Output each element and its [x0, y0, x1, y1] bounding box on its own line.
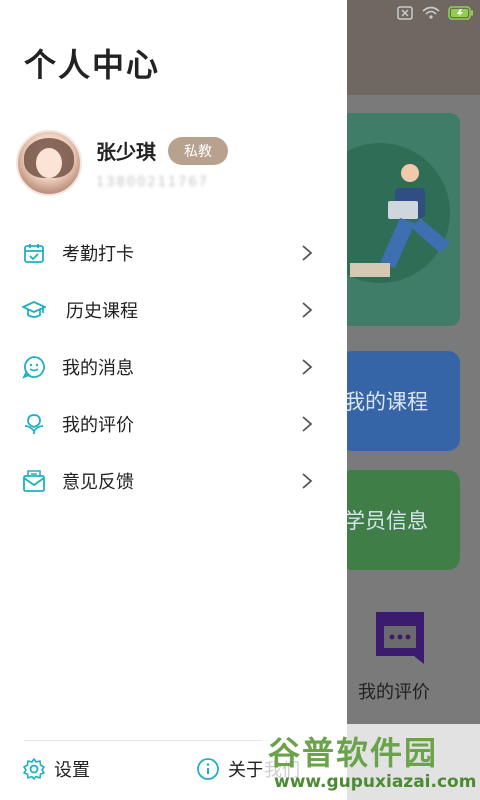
navigation-drawer: 个人中心 张少琪 私教 13800211767 考勤打卡 历史课程 我的消息 我… — [0, 0, 347, 800]
menu-item-messages[interactable]: 我的消息 — [0, 338, 347, 395]
watermark: 谷普软件园 www.gupuxiazai.com — [262, 724, 480, 800]
background-card-courses-label: 我的课程 — [344, 390, 428, 414]
gear-icon — [23, 758, 45, 780]
menu-item-label: 我的消息 — [62, 357, 134, 379]
calendar-check-icon — [24, 243, 44, 263]
user-profile[interactable]: 张少琪 私教 13800211767 — [16, 130, 228, 196]
menu-item-label: 我的评价 — [62, 414, 134, 436]
chevron-right-icon — [302, 358, 313, 375]
drawer-title: 个人中心 — [24, 46, 161, 84]
battery-charging-icon — [448, 6, 473, 20]
user-name: 张少琪 — [96, 140, 156, 164]
settings-button[interactable]: 设置 — [22, 756, 90, 782]
drawer-menu: 考勤打卡 历史课程 我的消息 我的评价 意见反馈 — [0, 224, 347, 509]
feedback-mail-icon — [23, 469, 45, 492]
info-icon — [197, 758, 219, 780]
menu-item-feedback[interactable]: 意见反馈 — [0, 452, 347, 509]
background-card-students-label: 学员信息 — [344, 509, 428, 533]
wifi-icon — [422, 6, 440, 19]
status-bar — [396, 6, 474, 20]
menu-item-label: 历史课程 — [66, 300, 138, 322]
menu-item-attendance[interactable]: 考勤打卡 — [0, 224, 347, 281]
menu-item-label: 考勤打卡 — [62, 243, 134, 265]
chat-smile-icon — [22, 355, 45, 379]
chevron-right-icon — [302, 415, 313, 432]
user-phone: 13800211767 — [96, 175, 209, 190]
watermark-url: www.gupuxiazai.com — [274, 772, 477, 792]
evaluation-icon — [376, 612, 424, 664]
chevron-right-icon — [302, 244, 313, 261]
chevron-right-icon — [302, 301, 313, 318]
settings-label: 设置 — [54, 760, 90, 781]
background-evaluation-label: 我的评价 — [358, 682, 430, 703]
background-banner-illustration — [340, 113, 460, 326]
menu-item-reviews[interactable]: 我的评价 — [0, 395, 347, 452]
background-card-students: 学员信息 — [340, 470, 460, 570]
menu-item-label: 意见反馈 — [62, 471, 134, 493]
avatar[interactable] — [16, 130, 82, 196]
sim-off-icon — [397, 6, 413, 20]
role-badge: 私教 — [168, 136, 228, 165]
watermark-brand: 谷普软件园 — [268, 734, 439, 772]
menu-item-history-courses[interactable]: 历史课程 — [0, 281, 347, 338]
background-card-courses: 我的课程 — [340, 351, 460, 451]
graduation-cap-icon — [22, 300, 46, 318]
review-icon — [24, 413, 44, 434]
chevron-right-icon — [302, 472, 313, 489]
